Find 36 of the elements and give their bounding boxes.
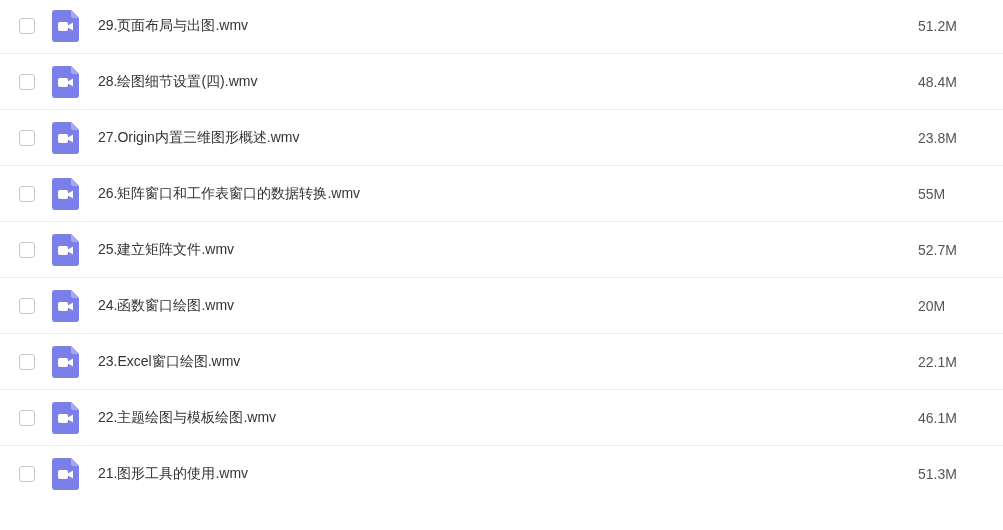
video-file-icon	[52, 121, 79, 154]
file-name[interactable]: 21.图形工具的使用.wmv	[98, 464, 918, 483]
file-size: 20M	[918, 297, 947, 314]
video-file-icon	[52, 233, 79, 266]
video-file-icon	[52, 289, 79, 322]
file-size: 48.4M	[918, 73, 958, 90]
file-size: 23.8M	[918, 129, 958, 146]
video-file-icon	[52, 177, 79, 210]
checkbox[interactable]	[19, 129, 35, 146]
file-name[interactable]: 23.Excel窗口绘图.wmv	[98, 352, 918, 371]
video-file-icon	[52, 65, 79, 98]
checkbox[interactable]	[19, 185, 35, 202]
checkbox[interactable]	[19, 17, 35, 34]
file-size: 46.1M	[918, 409, 958, 426]
file-size: 51.3M	[918, 465, 958, 482]
file-name[interactable]: 22.主题绘图与模板绘图.wmv	[98, 408, 918, 427]
checkbox[interactable]	[19, 353, 35, 370]
video-file-icon	[52, 401, 79, 434]
checkbox[interactable]	[19, 241, 35, 258]
checkbox[interactable]	[19, 409, 35, 426]
file-size: 51.2M	[918, 17, 958, 34]
file-name[interactable]: 29.页面布局与出图.wmv	[98, 16, 918, 35]
file-size: 22.1M	[918, 353, 958, 370]
checkbox[interactable]	[19, 465, 35, 482]
checkbox[interactable]	[19, 297, 35, 314]
video-file-icon	[52, 9, 79, 42]
file-size: 52.7M	[918, 241, 958, 258]
video-file-icon	[52, 457, 79, 490]
file-name[interactable]: 28.绘图细节设置(四).wmv	[98, 72, 918, 91]
file-name[interactable]: 25.建立矩阵文件.wmv	[98, 240, 918, 259]
checkbox[interactable]	[19, 73, 35, 90]
file-size: 55M	[918, 185, 947, 202]
file-name[interactable]: 27.Origin内置三维图形概述.wmv	[98, 128, 918, 147]
file-name[interactable]: 24.函数窗口绘图.wmv	[98, 296, 918, 315]
file-name[interactable]: 26.矩阵窗口和工作表窗口的数据转换.wmv	[98, 184, 918, 203]
video-file-icon	[52, 345, 79, 378]
